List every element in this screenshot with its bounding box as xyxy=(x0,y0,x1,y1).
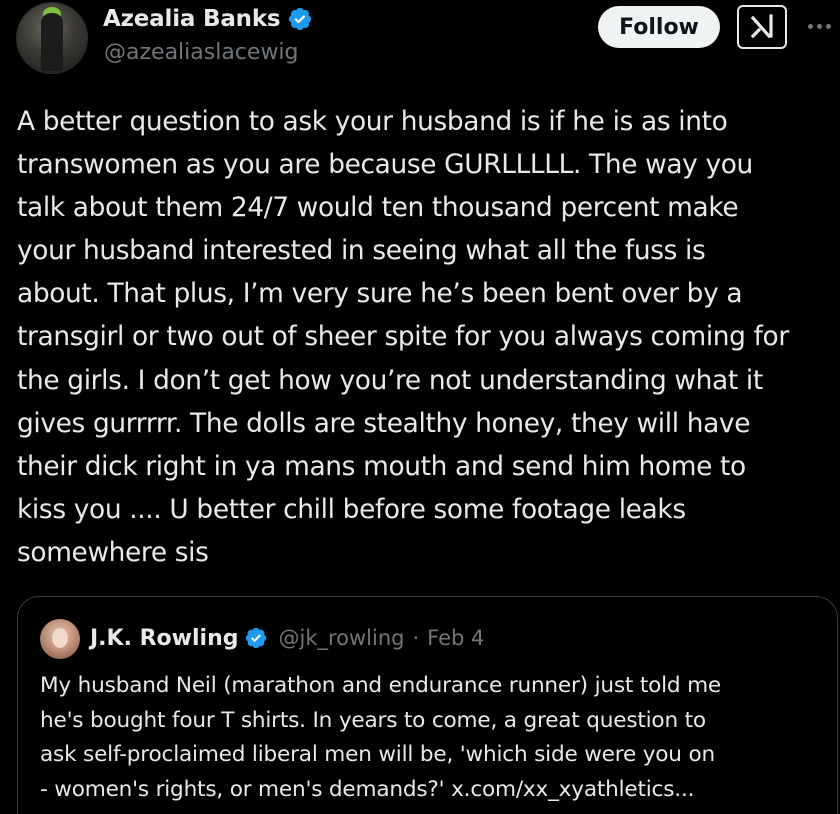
quoted-separator: · xyxy=(412,626,420,650)
quoted-date[interactable]: Feb 4 xyxy=(427,626,484,650)
quoted-tweet[interactable]: J.K. Rowling @jk_rowling · Feb 4 My husb… xyxy=(17,596,838,814)
author-name[interactable]: Azealia Banks xyxy=(103,6,281,32)
follow-button[interactable]: Follow xyxy=(598,6,720,48)
quoted-tweet-text: My husband Neil (marathon and endurance … xyxy=(40,673,722,802)
grok-button[interactable] xyxy=(737,5,787,49)
more-icon[interactable] xyxy=(804,14,834,38)
author-handle[interactable]: @azealiaslacewig xyxy=(104,40,299,65)
tweet-text: A better question to ask your husband is… xyxy=(17,106,789,568)
avatar-figure xyxy=(41,13,63,71)
quoted-name-row: J.K. Rowling @jk_rowling · Feb 4 xyxy=(90,623,484,653)
quoted-author-avatar[interactable] xyxy=(40,619,80,659)
quoted-author-handle[interactable]: @jk_rowling xyxy=(278,626,404,650)
grok-icon xyxy=(750,14,773,39)
author-name-row: Azealia Banks xyxy=(103,2,313,36)
verified-badge-icon xyxy=(289,7,312,31)
quoted-avatar-face xyxy=(52,628,68,648)
author-avatar[interactable] xyxy=(16,2,88,74)
quoted-verified-badge-icon xyxy=(246,627,267,649)
quoted-author-name[interactable]: J.K. Rowling xyxy=(90,626,238,651)
tweet: Azealia Banks @azealiaslacewig Follow A … xyxy=(0,0,840,814)
